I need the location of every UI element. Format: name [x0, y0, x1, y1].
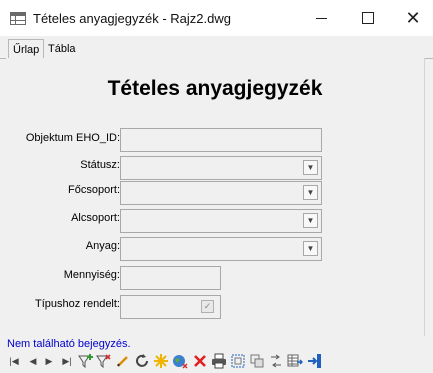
tipushoz-checkbox[interactable]: ✓: [201, 300, 214, 313]
form-title: Tételes anyagjegyzék: [107, 77, 323, 100]
focsoport-combobox[interactable]: ▼: [120, 181, 322, 205]
move-objects-icon[interactable]: [268, 352, 284, 370]
print-icon[interactable]: [211, 352, 227, 370]
chevron-down-icon[interactable]: ▼: [303, 241, 318, 256]
next-record-icon[interactable]: ▶: [44, 352, 54, 370]
refresh-icon[interactable]: [134, 352, 150, 370]
title-bar[interactable]: Tételes anyagjegyzék - Rajz2.dwg ✕: [0, 0, 433, 36]
table-app-icon: [10, 12, 26, 25]
copy-objects-icon[interactable]: [249, 352, 265, 370]
highlight-star-icon[interactable]: [153, 352, 169, 370]
window-title: Tételes anyagjegyzék - Rajz2.dwg: [33, 11, 231, 26]
select-objects-icon[interactable]: [230, 352, 246, 370]
statusz-combobox[interactable]: ▼: [120, 156, 322, 180]
anyag-combobox[interactable]: ▼: [120, 237, 322, 261]
form-panel: Tételes anyagjegyzék Objektum EHO_ID: St…: [6, 58, 425, 336]
record-toolbar: |◀ ◀ ▶ ▶|: [6, 352, 426, 372]
remove-filter-icon[interactable]: [96, 352, 112, 370]
add-filter-icon[interactable]: [78, 352, 94, 370]
close-icon: ✕: [405, 7, 421, 28]
objektum-eho-id-field[interactable]: [120, 128, 322, 152]
mennyiseg-field[interactable]: [120, 266, 221, 290]
last-record-icon[interactable]: ▶|: [61, 352, 73, 370]
minimize-icon: [315, 17, 327, 19]
exit-icon[interactable]: [307, 352, 323, 370]
maximize-button[interactable]: [345, 0, 391, 36]
first-record-icon[interactable]: |◀: [8, 352, 20, 370]
tab-tabla[interactable]: Tábla: [44, 41, 80, 58]
edit-pencil-icon[interactable]: [116, 352, 130, 370]
close-button[interactable]: ✕: [390, 0, 433, 36]
delete-x-icon[interactable]: [192, 352, 207, 370]
table-export-icon[interactable]: [287, 352, 303, 370]
prev-record-icon[interactable]: ◀: [28, 352, 38, 370]
maximize-icon: [362, 12, 374, 24]
anyag-label: Anyag:: [85, 240, 120, 252]
chevron-down-icon[interactable]: ▼: [303, 213, 318, 228]
mennyiseg-label: Mennyiség:: [63, 269, 120, 281]
alcsoport-label: Alcsoport:: [71, 212, 120, 224]
tipushoz-label: Típushoz rendelt:: [35, 298, 120, 310]
chevron-down-icon[interactable]: ▼: [303, 185, 318, 200]
statusz-label: Státusz:: [80, 159, 120, 171]
status-message: Nem található bejegyzés.: [7, 338, 131, 350]
focsoport-label: Főcsoport:: [68, 184, 120, 196]
minimize-button[interactable]: [298, 0, 344, 36]
application-window: Tételes anyagjegyzék - Rajz2.dwg ✕ Űrlap…: [0, 0, 433, 373]
tipushoz-rendelt-field: ✓: [120, 295, 221, 319]
alcsoport-combobox[interactable]: ▼: [120, 209, 322, 233]
objektum-label: Objektum EHO_ID:: [25, 132, 120, 144]
tab-urlap[interactable]: Űrlap: [8, 39, 45, 59]
chevron-down-icon[interactable]: ▼: [303, 160, 318, 175]
globe-icon[interactable]: [172, 352, 188, 370]
tab-strip: Űrlap Tábla: [0, 38, 433, 59]
